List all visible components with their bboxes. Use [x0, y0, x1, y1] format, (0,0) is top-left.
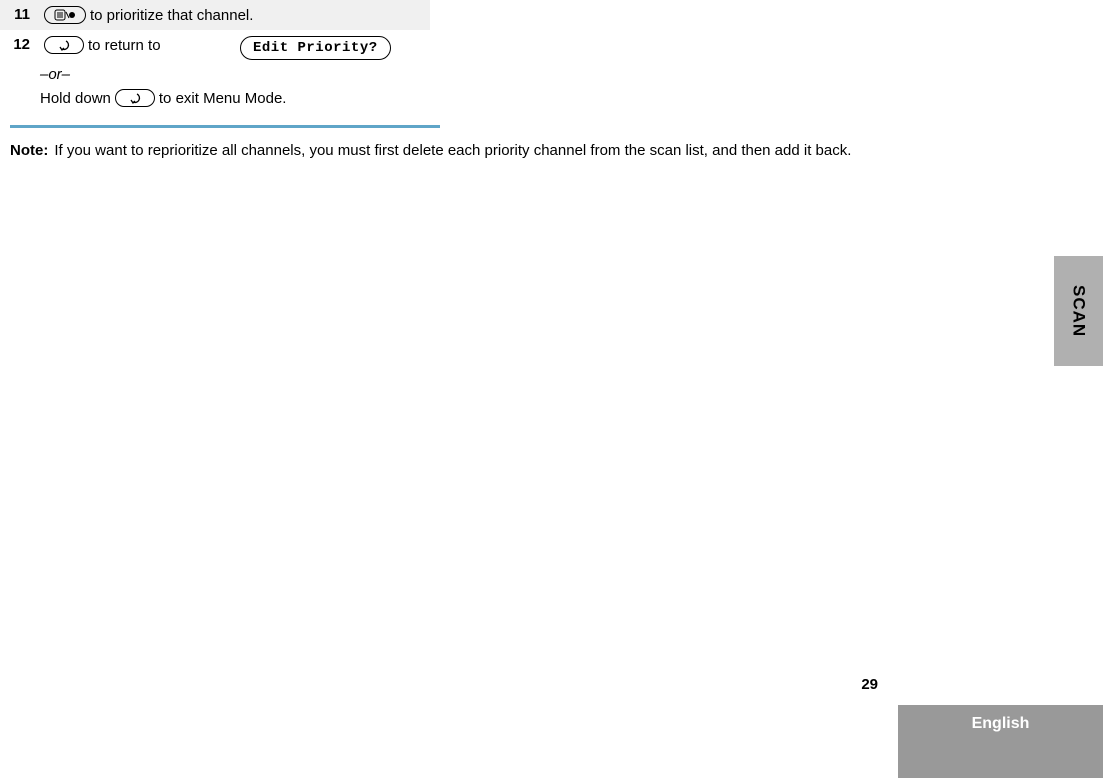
- sidebar-tab-label: SCAN: [1069, 285, 1089, 337]
- note-text: If you want to reprioritize all channels…: [54, 140, 1093, 163]
- back-button-icon: [115, 89, 155, 107]
- step-body: to prioritize that channel.: [40, 6, 420, 24]
- language-footer: English: [898, 705, 1103, 778]
- step-number: 11: [10, 6, 40, 23]
- note-label: Note:: [10, 140, 54, 163]
- step-row-11: 11 to prioritize that channel.: [0, 0, 430, 30]
- sidebar-tab: SCAN: [1054, 256, 1103, 366]
- content-area: 11 to prioritize that channel. 12: [0, 0, 430, 113]
- step-row-12: 12 to return to Edit Priority?: [0, 30, 430, 113]
- step-text: to exit Menu Mode.: [159, 90, 287, 107]
- step-text: to prioritize that channel.: [90, 7, 253, 24]
- language-label: English: [972, 715, 1030, 733]
- step-text: to return to: [88, 37, 161, 54]
- or-text: –or–: [40, 66, 420, 83]
- back-button-icon: [44, 36, 84, 54]
- note-block: Note: If you want to reprioritize all ch…: [0, 140, 1103, 163]
- page-number: 29: [861, 676, 878, 693]
- section-divider: [10, 125, 440, 128]
- step-text: Hold down: [40, 90, 111, 107]
- step-number: 12: [10, 36, 40, 53]
- step-body: to return to Edit Priority? –or– Hold do…: [40, 36, 420, 107]
- radio-display: Edit Priority?: [240, 36, 391, 60]
- menu-select-button-icon: [44, 6, 86, 24]
